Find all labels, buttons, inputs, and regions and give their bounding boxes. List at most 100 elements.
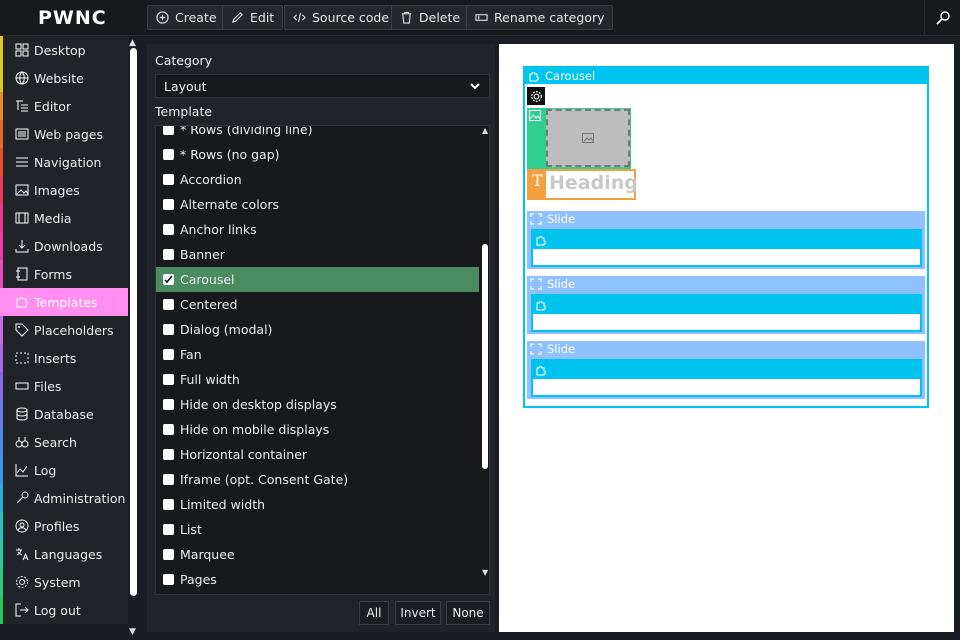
checkbox[interactable] [163,499,174,510]
checkbox[interactable] [163,424,174,435]
settings-toggle[interactable] [527,87,545,105]
sidebar-item-inserts[interactable]: Inserts [0,344,128,372]
sidebar-scroll-up[interactable]: ▲ [129,38,136,48]
sidebar-item-label: Images [34,182,80,198]
list-scroll-up[interactable]: ▲ [482,126,488,135]
delete-button[interactable]: Delete [391,5,470,30]
template-row[interactable]: Banner [156,242,479,267]
sidebar-item-log[interactable]: Log [0,456,128,484]
template-row[interactable]: Hide on mobile displays [156,417,479,442]
grid-icon [15,43,29,57]
rename-category-button[interactable]: Rename category [466,5,614,30]
sidebar-item-website[interactable]: Website [0,64,128,92]
template-row[interactable]: List [156,517,479,542]
template-row[interactable]: Fan [156,342,479,367]
heading-block[interactable]: T Heading [527,169,638,200]
sidebar-item-files[interactable]: Files [0,372,128,400]
checkbox[interactable] [163,149,174,160]
sidebar-item-database[interactable]: Database [0,400,128,428]
sidebar-item-images[interactable]: Images [0,176,128,204]
edit-button[interactable]: Edit [222,5,284,30]
sidebar-item-media[interactable]: Media [0,204,128,232]
invert-selection-button[interactable]: Invert [395,601,441,625]
sidebar-item-downloads[interactable]: Downloads [0,232,128,260]
sidebar-scroll-down[interactable]: ▼ [129,627,136,637]
category-select[interactable]: Layout [155,74,490,98]
template-row[interactable]: Limited width [156,492,479,517]
checkbox[interactable] [163,324,174,335]
checkbox[interactable] [163,299,174,310]
template-row[interactable]: Alternate colors [156,192,479,217]
sidebar-item-editor[interactable]: Editor [0,92,128,120]
template-row[interactable]: Marquee [156,542,479,567]
checkbox[interactable] [163,399,174,410]
checkbox[interactable] [163,174,174,185]
checkbox[interactable] [163,449,174,460]
slide-block[interactable]: Slide [527,211,925,269]
checkbox[interactable] [163,224,174,235]
slide-content[interactable] [531,294,922,332]
checkbox[interactable] [163,274,174,285]
checkbox[interactable] [163,549,174,560]
template-row[interactable]: Dialog (modal) [156,317,479,342]
template-row[interactable]: Anchor links [156,217,479,242]
menu-icon [16,157,28,167]
sidebar-item-label: Languages [34,546,103,562]
image-icon [529,110,541,121]
checkbox[interactable] [163,199,174,210]
sidebar: Desktop Website Editor Web pages Navigation I… [0,36,140,640]
sidebar-item-system[interactable]: System [0,568,128,596]
template-row[interactable]: Horizontal container [156,442,479,467]
sidebar-item-web-pages[interactable]: Web pages [0,120,128,148]
checkbox[interactable] [163,374,174,385]
delete-label: Delete [419,10,461,25]
template-list-scrollbar[interactable]: ▲ ▼ [481,126,489,594]
image-block[interactable] [527,108,631,169]
sidebar-item-administration[interactable]: Administration [0,484,128,512]
binoculars-icon [15,437,29,448]
page-icon [15,128,29,140]
sidebar-item-navigation[interactable]: Navigation [0,148,128,176]
sidebar-scrollbar[interactable] [130,48,137,596]
global-search-button[interactable] [924,0,960,36]
rename-icon [475,14,488,21]
sidebar-item-log-out[interactable]: Log out [0,596,128,624]
template-row[interactable]: Accordion [156,167,479,192]
sidebar-item-search[interactable]: Search [0,428,128,456]
sidebar-item-placeholders[interactable]: Placeholders [0,316,128,344]
template-row[interactable]: * Rows (no gap) [156,142,479,167]
template-row[interactable]: Centered [156,292,479,317]
create-button[interactable]: Create [147,5,226,30]
template-list[interactable]: * Rows (dividing line) * Rows (no gap) Acc… [155,125,490,595]
list-scroll-thumb[interactable] [482,244,488,469]
source-code-button[interactable]: Source code [284,5,399,30]
slide-content[interactable] [531,359,922,397]
select-all-button[interactable]: All [359,601,389,625]
template-row[interactable]: Iframe (opt. Consent Gate) [156,467,479,492]
sidebar-item-templates[interactable]: Templates [0,288,128,316]
slide-content[interactable] [531,229,922,267]
select-none-button[interactable]: None [446,601,490,625]
template-row[interactable]: Carousel [156,267,479,292]
template-row-partial[interactable]: Parallax (slow) [156,592,479,594]
carousel-block[interactable]: Carousel T Heading Slide Slide Slide [523,66,929,408]
template-row-partial[interactable]: * Rows (dividing line) [156,126,479,142]
sidebar-item-profiles[interactable]: Profiles [0,512,128,540]
template-row[interactable]: Pages [156,567,479,592]
checkbox[interactable] [163,349,174,360]
template-row[interactable]: Hide on desktop displays [156,392,479,417]
list-scroll-down[interactable]: ▼ [482,568,488,577]
checkbox[interactable] [163,524,174,535]
slide-block[interactable]: Slide [527,341,925,399]
slide-block[interactable]: Slide [527,276,925,334]
slide-content-caption [533,231,920,249]
checkbox[interactable] [163,574,174,585]
sidebar-item-desktop[interactable]: Desktop [0,36,128,64]
checkbox[interactable] [163,249,174,260]
sidebar-item-languages[interactable]: Languages [0,540,128,568]
app-logo[interactable]: PWNC [38,7,107,29]
checkbox[interactable] [163,474,174,485]
checkbox[interactable] [163,126,174,135]
template-row[interactable]: Full width [156,367,479,392]
sidebar-item-forms[interactable]: Forms [0,260,128,288]
